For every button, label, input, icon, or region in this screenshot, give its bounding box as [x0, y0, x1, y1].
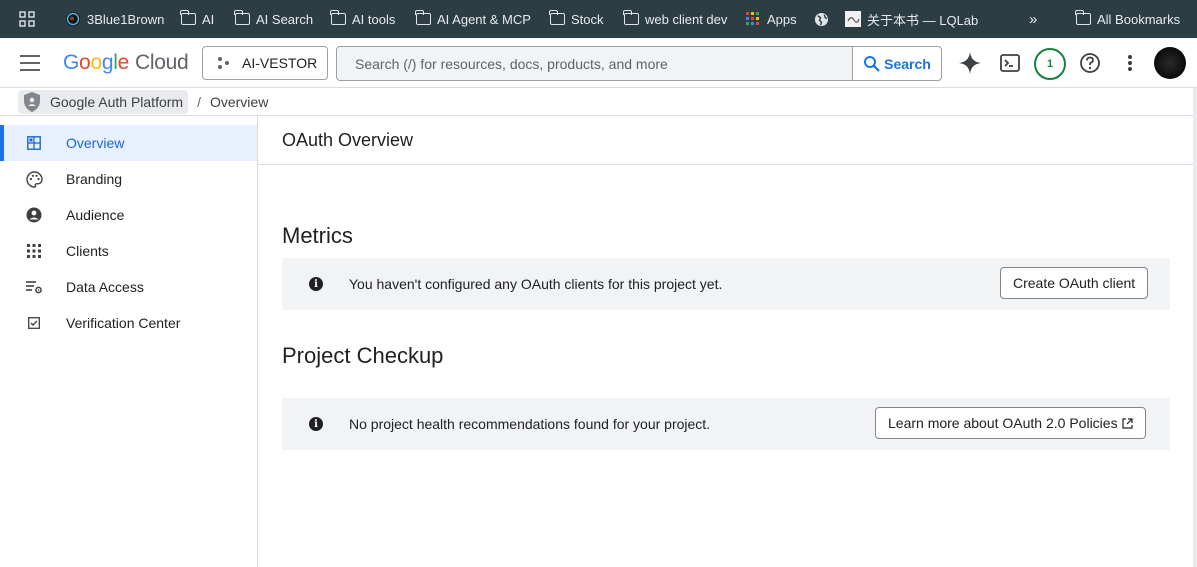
bookmark-label: 3Blue1Brown: [87, 11, 165, 27]
folder-icon: [623, 10, 639, 27]
bookmark-label: Stock: [571, 11, 604, 27]
sidebar-item-label: Clients: [66, 243, 109, 259]
site-favicon-icon: [845, 11, 861, 27]
search-icon: [864, 55, 880, 72]
project-checkup-card: i No project health recommendations foun…: [282, 398, 1170, 450]
apps-launcher-icon[interactable]: [19, 11, 35, 30]
globe-icon: [813, 11, 829, 27]
folder-icon: [330, 10, 346, 27]
folder-icon: [234, 10, 250, 27]
sidebar-item-verification-center[interactable]: Verification Center: [0, 305, 257, 341]
palette-icon: [25, 170, 43, 188]
sidebar: Overview Branding Audience Clients Data …: [0, 115, 258, 567]
sidebar-item-label: Verification Center: [66, 315, 181, 331]
divider: [258, 164, 1193, 165]
sidebar-item-label: Overview: [66, 135, 125, 151]
sidebar-item-label: Branding: [66, 171, 123, 187]
breadcrumb-current: Overview: [209, 93, 269, 110]
button-label: Create OAuth client: [1013, 275, 1136, 291]
learn-more-oauth-policies-link[interactable]: Learn more about OAuth 2.0 Policies: [875, 407, 1146, 439]
avatar[interactable]: [1154, 47, 1186, 79]
cloud-shell-terminal-icon[interactable]: [998, 51, 1022, 75]
overflow-chevron-icon: »: [1029, 10, 1038, 28]
checkbox-icon: [25, 314, 43, 332]
bookmark-label: AI tools: [352, 11, 396, 27]
metrics-card: i You haven't configured any OAuth clien…: [282, 258, 1170, 310]
help-icon[interactable]: [1078, 51, 1102, 75]
gemini-sparkle-icon[interactable]: [958, 51, 982, 75]
breadcrumb-separator: /: [197, 93, 201, 110]
info-icon: i: [309, 417, 323, 431]
external-link-icon: [1121, 417, 1133, 429]
bookmark-3blue1brown[interactable]: 3Blue1Brown: [65, 0, 164, 38]
page-title: OAuth Overview: [282, 130, 414, 150]
bookmark-folder-ai-search[interactable]: AI Search: [234, 0, 313, 38]
bookmark-folder-ai-tools[interactable]: AI tools: [330, 0, 395, 38]
bookmark-apps[interactable]: Apps: [745, 0, 797, 38]
bookmark-label: web client dev: [645, 11, 728, 27]
dashboard-icon: [25, 134, 43, 152]
bookmarks-overflow-button[interactable]: »: [1029, 0, 1037, 38]
search-bar: Search (/) for resources, docs, products…: [336, 46, 942, 81]
console-header: Google Cloud AI-VESTOR Search (/) for res…: [0, 38, 1197, 88]
sidebar-item-label: Data Access: [66, 279, 144, 295]
circle-logo-icon: [65, 11, 81, 27]
project-checkup-heading: Project Checkup: [282, 343, 444, 368]
window-edge: [1193, 88, 1197, 567]
apps-grid-icon: [745, 11, 761, 27]
bookmark-folder-stock[interactable]: Stock: [549, 0, 604, 38]
folder-icon: [180, 10, 196, 27]
button-label: Learn more about OAuth 2.0 Policies: [888, 415, 1118, 431]
metrics-message: You haven't configured any OAuth clients…: [349, 276, 723, 292]
bookmark-folder-web-client-dev[interactable]: web client dev: [623, 0, 727, 38]
apps-grid-icon: [25, 242, 43, 260]
bookmark-label: AI: [202, 11, 215, 27]
breadcrumb: Google Auth Platform / Overview: [0, 88, 1193, 115]
person-icon: [25, 206, 43, 224]
main-menu-icon[interactable]: [20, 55, 40, 71]
project-picker-button[interactable]: AI-VESTOR: [202, 46, 328, 80]
metrics-heading: Metrics: [282, 223, 353, 248]
create-oauth-client-button[interactable]: Create OAuth client: [1000, 267, 1149, 299]
bookmarks-bar: 3Blue1Brown AI AI Search AI tools AI Age…: [0, 0, 1197, 38]
data-settings-icon: [25, 278, 43, 296]
bookmark-folder-ai-agent-mcp[interactable]: AI Agent & MCP: [415, 0, 531, 38]
checkup-message: No project health recommendations found …: [349, 416, 711, 432]
bookmark-folder-ai[interactable]: AI: [180, 0, 214, 38]
bookmark-label: Apps: [767, 11, 797, 27]
breadcrumb-product-label: Google Auth Platform: [50, 93, 184, 110]
logo-cloud-text: Cloud: [134, 51, 189, 74]
bookmark-label: All Bookmarks: [1097, 11, 1181, 27]
notifications-badge[interactable]: 1: [1034, 48, 1066, 80]
search-button-label: Search: [884, 55, 931, 72]
sidebar-item-branding[interactable]: Branding: [0, 161, 257, 197]
sidebar-item-audience[interactable]: Audience: [0, 197, 257, 233]
shield-icon: [24, 91, 40, 112]
sidebar-item-clients[interactable]: Clients: [0, 233, 257, 269]
folder-icon: [415, 10, 431, 27]
sidebar-item-data-access[interactable]: Data Access: [0, 269, 257, 305]
sidebar-item-overview[interactable]: Overview: [0, 125, 257, 161]
search-button[interactable]: Search: [852, 47, 941, 80]
main-content: OAuth Overview Metrics i You haven't con…: [258, 115, 1193, 567]
sidebar-item-label: Audience: [66, 207, 125, 223]
bookmark-label: 关于本书 — LQLab: [867, 12, 979, 28]
bookmark-lqlab[interactable]: 关于本书 — LQLab: [845, 0, 978, 38]
google-cloud-logo[interactable]: Google Cloud: [63, 51, 189, 75]
bookmark-label: AI Search: [256, 11, 314, 27]
bookmark-label: AI Agent & MCP: [437, 11, 531, 27]
folder-icon: [549, 10, 565, 27]
project-name: AI-VESTOR: [242, 55, 318, 71]
project-dots-icon: [218, 56, 232, 70]
breadcrumb-product-link[interactable]: Google Auth Platform: [18, 89, 189, 114]
bookmark-globe[interactable]: [813, 0, 835, 38]
search-input[interactable]: Search (/) for resources, docs, products…: [337, 47, 852, 80]
info-icon: i: [309, 277, 323, 291]
more-vert-icon[interactable]: [1118, 51, 1142, 75]
folder-icon: [1075, 10, 1091, 27]
all-bookmarks[interactable]: All Bookmarks: [1075, 0, 1180, 38]
